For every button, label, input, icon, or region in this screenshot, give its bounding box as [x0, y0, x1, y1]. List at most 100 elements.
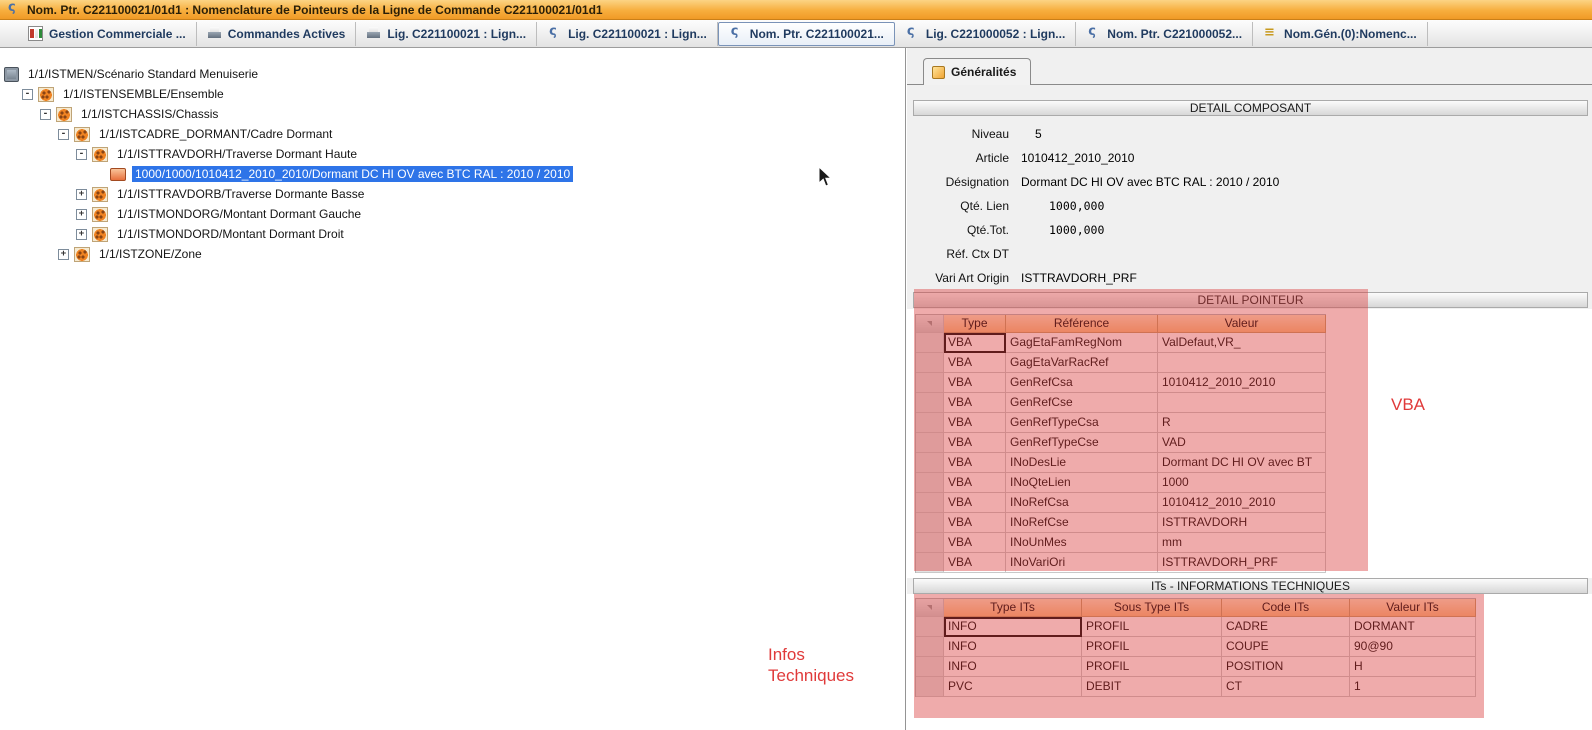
document-tab[interactable]: Nom. Ptr. C221100021... [718, 22, 895, 46]
pointeur-grid-cell[interactable]: GenRefTypeCse [1006, 433, 1158, 453]
pointeur-grid-cell[interactable]: GenRefCsa [1006, 373, 1158, 393]
pointeur-grid-cell[interactable]: VBA [944, 453, 1006, 473]
pointeur-grid-cell[interactable]: ISTTRAVDORH [1158, 513, 1326, 533]
tree-node[interactable]: 1000/1000/1010412_2010_2010/Dormant DC H… [0, 164, 905, 184]
pointeur-grid-cell[interactable]: VBA [944, 513, 1006, 533]
tree-node[interactable]: - 1/1/ISTTRAVDORH/Traverse Dormant Haute [0, 144, 905, 164]
its-grid-column-header[interactable]: Valeur ITs [1350, 599, 1476, 617]
tree-node[interactable]: + 1/1/ISTMONDORD/Montant Dormant Droit [0, 224, 905, 244]
pointeur-grid-column-header[interactable]: Référence [1006, 315, 1158, 333]
its-grid-column-header[interactable]: Sous Type ITs [1082, 599, 1222, 617]
tree-node[interactable]: + 1/1/ISTMONDORG/Montant Dormant Gauche [0, 204, 905, 224]
tree-node-label[interactable]: 1/1/ISTTRAVDORH/Traverse Dormant Haute [114, 146, 360, 162]
tree-expander-icon[interactable]: - [58, 129, 69, 140]
document-tab[interactable]: Gestion Commerciale ... [18, 22, 197, 46]
its-grid-cell[interactable]: CT [1222, 677, 1350, 697]
document-tab[interactable]: Nom. Ptr. C221000052... [1076, 22, 1253, 46]
tree-node-label[interactable]: 1/1/ISTMEN/Scénario Standard Menuiserie [25, 66, 261, 82]
pointeur-grid-cell[interactable]: GagEtaFamRegNom [1006, 333, 1158, 353]
its-grid-cell[interactable]: PVC [944, 677, 1082, 697]
its-grid-cell[interactable]: H [1350, 657, 1476, 677]
its-grid-row-selector[interactable] [916, 637, 944, 657]
pointeur-grid-cell[interactable]: VBA [944, 353, 1006, 373]
pointeur-grid-cell[interactable]: INoVariOri [1006, 553, 1158, 573]
its-grid-cell[interactable]: PROFIL [1082, 617, 1222, 637]
pointeur-grid-cell[interactable]: INoQteLien [1006, 473, 1158, 493]
pointeur-grid-cell[interactable]: VBA [944, 373, 1006, 393]
tree-expander-icon[interactable]: - [22, 89, 33, 100]
pointeur-grid-row-selector[interactable] [916, 433, 944, 453]
pointeur-grid-cell[interactable]: GenRefCse [1006, 393, 1158, 413]
its-grid-column-header[interactable]: Type ITs [944, 599, 1082, 617]
pointeur-grid-cell[interactable]: INoRefCse [1006, 513, 1158, 533]
pointeur-grid-cell[interactable]: 1010412_2010_2010 [1158, 493, 1326, 513]
its-grid-cell[interactable]: 90@90 [1350, 637, 1476, 657]
its-grid-cell[interactable]: INFO [944, 617, 1082, 637]
tree-node-label[interactable]: 1/1/ISTCHASSIS/Chassis [78, 106, 221, 122]
tree-node-label[interactable]: 1/1/ISTTRAVDORB/Traverse Dormante Basse [114, 186, 367, 202]
pointeur-grid-cell[interactable]: 1000 [1158, 473, 1326, 493]
tree-node[interactable]: + 1/1/ISTTRAVDORB/Traverse Dormante Bass… [0, 184, 905, 204]
its-grid-cell[interactable]: 1 [1350, 677, 1476, 697]
its-grid-cell[interactable]: PROFIL [1082, 637, 1222, 657]
tree-expander-icon[interactable]: + [76, 229, 87, 240]
its-grid-cell[interactable]: INFO [944, 657, 1082, 677]
its-grid-cell[interactable]: POSITION [1222, 657, 1350, 677]
tree-node[interactable]: 1/1/ISTMEN/Scénario Standard Menuiserie [0, 64, 905, 84]
pointeur-grid-cell[interactable]: VBA [944, 493, 1006, 513]
pointeur-grid-row-selector[interactable] [916, 353, 944, 373]
pointeur-grid-row-selector[interactable] [916, 393, 944, 413]
pointeur-grid-cell[interactable] [1158, 393, 1326, 413]
its-grid-cell[interactable]: INFO [944, 637, 1082, 657]
pointeur-grid-row-selector[interactable] [916, 333, 944, 353]
pointeur-grid-cell[interactable]: VBA [944, 433, 1006, 453]
pointeur-grid-cell[interactable]: VBA [944, 473, 1006, 493]
tree-node-label[interactable]: 1/1/ISTZONE/Zone [96, 246, 205, 262]
its-grid-row-selector[interactable] [916, 617, 944, 637]
tree-node[interactable]: - 1/1/ISTENSEMBLE/Ensemble [0, 84, 905, 104]
its-grid-cell[interactable]: PROFIL [1082, 657, 1222, 677]
pointeur-grid-row-selector[interactable] [916, 553, 944, 573]
its-grid-cell[interactable]: DORMANT [1350, 617, 1476, 637]
pointeur-grid-cell[interactable]: VBA [944, 533, 1006, 553]
pointeur-grid-cell[interactable]: VBA [944, 393, 1006, 413]
pointeur-grid-cell[interactable]: R [1158, 413, 1326, 433]
its-grid-row-selector[interactable] [916, 677, 944, 697]
document-tab[interactable]: Nom.Gén.(0):Nomenc... [1253, 22, 1428, 46]
tree-node-label[interactable]: 1000/1000/1010412_2010_2010/Dormant DC H… [132, 166, 573, 182]
its-grid-column-header[interactable]: Code ITs [1222, 599, 1350, 617]
tree-node-label[interactable]: 1/1/ISTMONDORG/Montant Dormant Gauche [114, 206, 364, 222]
document-tab[interactable]: Lig. C221100021 : Lign... [356, 22, 537, 46]
pointeur-grid-cell[interactable]: VBA [944, 413, 1006, 433]
pointeur-grid-select-all[interactable] [916, 315, 944, 333]
tree-expander-icon[interactable]: + [76, 189, 87, 200]
its-grid-cell[interactable]: CADRE [1222, 617, 1350, 637]
document-tab[interactable]: Lig. C221000052 : Lign... [895, 22, 1076, 46]
its-grid-row-selector[interactable] [916, 657, 944, 677]
tree-node[interactable]: + 1/1/ISTZONE/Zone [0, 244, 905, 264]
document-tab[interactable]: Commandes Actives [197, 22, 357, 46]
pointeur-grid-row-selector[interactable] [916, 373, 944, 393]
its-grid-cell[interactable]: COUPE [1222, 637, 1350, 657]
tree-node[interactable]: - 1/1/ISTCADRE_DORMANT/Cadre Dormant [0, 124, 905, 144]
tree-node-label[interactable]: 1/1/ISTMONDORD/Montant Dormant Droit [114, 226, 347, 242]
its-grid-cell[interactable]: DEBIT [1082, 677, 1222, 697]
tree-node[interactable]: - 1/1/ISTCHASSIS/Chassis [0, 104, 905, 124]
tree-expander-icon[interactable]: + [58, 249, 69, 260]
pointeur-grid-cell[interactable] [1158, 353, 1326, 373]
pointeur-grid-cell[interactable]: ValDefaut,VR_ [1158, 333, 1326, 353]
tree-expander-icon[interactable]: - [40, 109, 51, 120]
pointeur-grid-row-selector[interactable] [916, 493, 944, 513]
pointeur-grid-cell[interactable]: VAD [1158, 433, 1326, 453]
pointeur-grid-column-header[interactable]: Type [944, 315, 1006, 333]
tree-node-label[interactable]: 1/1/ISTCADRE_DORMANT/Cadre Dormant [96, 126, 335, 142]
pointeur-grid-cell[interactable]: INoRefCsa [1006, 493, 1158, 513]
pointeur-grid-cell[interactable]: VBA [944, 333, 1006, 353]
pointeur-grid-row-selector[interactable] [916, 513, 944, 533]
tree-node-label[interactable]: 1/1/ISTENSEMBLE/Ensemble [60, 86, 227, 102]
tree-expander-icon[interactable]: + [76, 209, 87, 220]
pointeur-grid-row-selector[interactable] [916, 413, 944, 433]
pointeur-grid-row-selector[interactable] [916, 473, 944, 493]
pointeur-grid-column-header[interactable]: Valeur [1158, 315, 1326, 333]
tab-generalites[interactable]: Généralités [923, 58, 1031, 85]
